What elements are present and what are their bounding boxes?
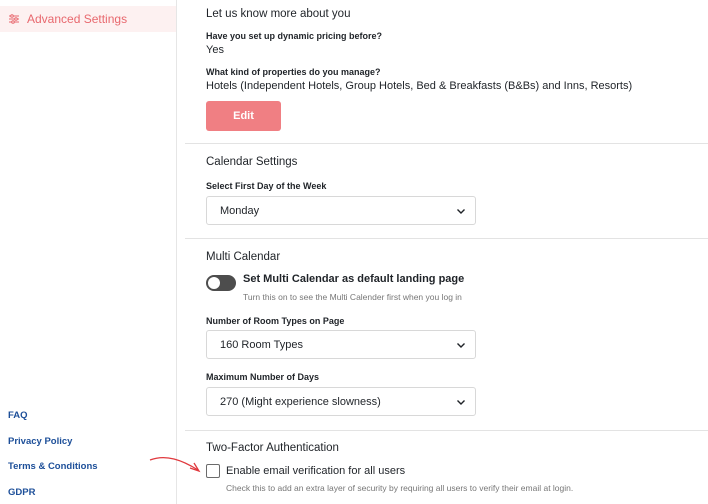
max-days-label: Maximum Number of Days — [206, 372, 320, 382]
dynamic-pricing-question: Have you set up dynamic pricing before? — [206, 31, 383, 41]
chevron-down-icon — [457, 343, 465, 348]
two-factor-title: Two-Factor Authentication — [206, 442, 339, 454]
sidebar-item-advanced-settings[interactable]: Advanced Settings — [0, 6, 176, 32]
terms-conditions-link[interactable]: Terms & Conditions — [8, 461, 98, 487]
chevron-down-icon — [457, 209, 465, 214]
multi-calendar-toggle-help: Turn this on to see the Multi Calender f… — [243, 292, 462, 302]
property-types-question: What kind of properties do you manage? — [206, 67, 381, 77]
email-verification-label: Enable email verification for all users — [226, 465, 406, 477]
first-day-value: Monday — [220, 204, 260, 217]
gdpr-link[interactable]: GDPR — [8, 487, 98, 504]
section-title: Calendar Settings — [206, 156, 298, 168]
room-types-select[interactable]: 160 Room Types — [206, 330, 476, 359]
section-title: Let us know more about you — [206, 8, 351, 20]
about-section: Let us know more about you Have you set … — [185, 0, 708, 144]
room-types-label: Number of Room Types on Page — [206, 316, 345, 326]
sidebar: Advanced Settings FAQ Privacy Policy Ter… — [0, 0, 177, 504]
privacy-policy-link[interactable]: Privacy Policy — [8, 436, 98, 462]
chevron-down-icon — [457, 400, 465, 405]
toggle-knob — [208, 277, 220, 289]
property-types-answer: Hotels (Independent Hotels, Group Hotels… — [206, 80, 633, 92]
settings-main: Let us know more about you Have you set … — [185, 0, 708, 504]
email-verification-checkbox[interactable] — [206, 464, 220, 478]
sliders-icon — [8, 13, 20, 25]
faq-link[interactable]: FAQ — [8, 410, 98, 436]
sidebar-footer-links: FAQ Privacy Policy Terms & Conditions GD… — [8, 410, 98, 504]
max-days-value: 270 (Might experience slowness) — [220, 395, 381, 408]
section-title: Multi Calendar — [206, 251, 281, 263]
multi-calendar-toggle-label: Set Multi Calendar as default landing pa… — [243, 273, 465, 285]
sidebar-item-label: Advanced Settings — [27, 12, 128, 26]
first-day-select[interactable]: Monday — [206, 196, 476, 225]
max-days-select[interactable]: 270 (Might experience slowness) — [206, 387, 476, 416]
first-day-label: Select First Day of the Week — [206, 181, 327, 191]
multi-calendar-toggle[interactable] — [206, 275, 236, 291]
edit-button[interactable]: Edit — [206, 101, 281, 131]
email-verification-help: Check this to add an extra layer of secu… — [226, 483, 574, 493]
dynamic-pricing-answer: Yes — [206, 44, 224, 56]
room-types-value: 160 Room Types — [220, 338, 303, 351]
annotation-arrow-icon — [149, 456, 201, 473]
